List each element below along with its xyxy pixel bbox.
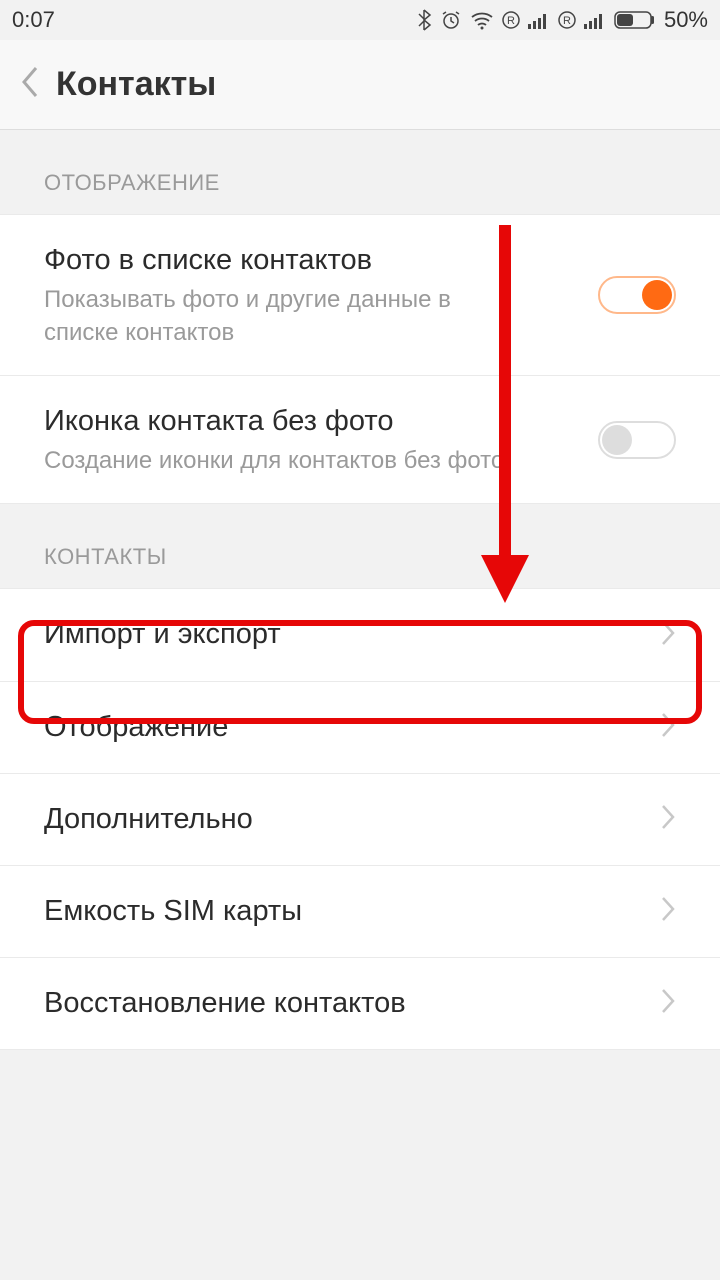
content: ОТОБРАЖЕНИЕ Фото в списке контактов Пока… (0, 130, 720, 1050)
status-icons: R R 50% (418, 7, 708, 33)
svg-text:R: R (563, 15, 571, 27)
signal-icon-2 (584, 11, 606, 29)
row-subtitle: Показывать фото и другие данные в списке… (44, 284, 494, 349)
row-title: Иконка контакта без фото (44, 402, 598, 441)
row-contact-icon-nophoto[interactable]: Иконка контакта без фото Создание иконки… (0, 376, 720, 505)
row-title: Дополнительно (44, 800, 660, 839)
row-title: Емкость SIM карты (44, 892, 660, 931)
page-title: Контакты (56, 65, 216, 104)
registered-icon-2: R (558, 11, 576, 29)
row-display[interactable]: Отображение (0, 682, 720, 774)
signal-icon (528, 11, 550, 29)
row-additional[interactable]: Дополнительно (0, 774, 720, 866)
chevron-right-icon (660, 711, 676, 744)
row-title: Импорт и экспорт (44, 615, 660, 654)
header: Контакты (0, 40, 720, 130)
section-header-contacts: КОНТАКТЫ (0, 504, 720, 588)
svg-text:R: R (507, 15, 515, 27)
battery-icon (614, 11, 656, 29)
wifi-icon (470, 10, 494, 30)
row-subtitle: Создание иконки для контактов без фото (44, 445, 598, 477)
chevron-right-icon (660, 803, 676, 836)
alarm-icon (440, 9, 462, 31)
chevron-right-icon (660, 895, 676, 928)
row-sim-capacity[interactable]: Емкость SIM карты (0, 866, 720, 958)
registered-icon: R (502, 11, 520, 29)
bluetooth-icon (418, 9, 432, 31)
row-restore-contacts[interactable]: Восстановление контактов (0, 958, 720, 1050)
battery-percent: 50% (664, 7, 708, 33)
row-title: Восстановление контактов (44, 984, 660, 1023)
row-title: Отображение (44, 708, 660, 747)
row-import-export[interactable]: Импорт и экспорт (0, 588, 720, 681)
section-header-display: ОТОБРАЖЕНИЕ (0, 130, 720, 214)
chevron-right-icon (660, 619, 676, 652)
back-icon[interactable] (20, 65, 40, 104)
status-time: 0:07 (12, 7, 55, 33)
status-bar: 0:07 R R 50% (0, 0, 720, 40)
row-photo-in-list[interactable]: Фото в списке контактов Показывать фото … (0, 214, 720, 376)
chevron-right-icon (660, 987, 676, 1020)
row-title: Фото в списке контактов (44, 241, 598, 280)
toggle-photo-in-list[interactable] (598, 276, 676, 314)
toggle-contact-icon[interactable] (598, 421, 676, 459)
